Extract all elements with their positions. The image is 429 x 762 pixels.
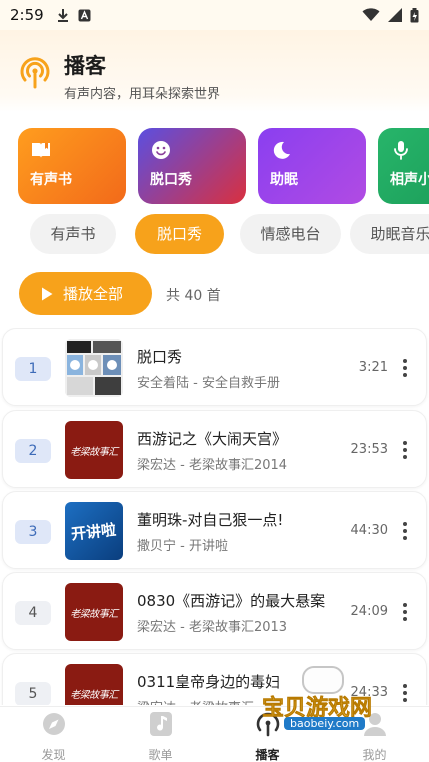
user-icon: [364, 713, 386, 736]
play-icon: [42, 287, 53, 300]
track-title: 董明珠-对自己狠一点!: [137, 511, 284, 529]
track-cover: 老梁故事汇: [65, 583, 123, 641]
moon-icon: [273, 141, 290, 159]
play-all-button[interactable]: 播放全部: [19, 272, 152, 315]
play-all-label: 播放全部: [63, 285, 124, 303]
track-index: 1: [15, 357, 51, 381]
wifi-icon: [362, 8, 380, 21]
category-card-talkshow[interactable]: 脱口秀: [138, 128, 246, 204]
cover-logo-text: 老梁故事汇: [70, 689, 118, 701]
cover-logo-text: 老梁故事汇: [70, 446, 118, 458]
track-subtitle: 梁宏达 - 老梁故事汇2014: [137, 458, 288, 473]
more-options-icon[interactable]: [402, 522, 408, 540]
track-title: 脱口秀: [137, 348, 183, 366]
category-label: 助眠: [270, 172, 298, 188]
track-duration: 24:33: [350, 685, 388, 700]
category-card-crosstalk[interactable]: 相声小品: [378, 128, 429, 204]
cover-logo-text: 开讲啦: [70, 520, 118, 543]
podcast-icon: [256, 712, 280, 737]
filter-chips: 有声书 脱口秀 情感电台 助眠音乐: [0, 214, 429, 256]
more-options-icon[interactable]: [402, 441, 408, 459]
track-cover: 开讲啦: [65, 502, 123, 560]
track-subtitle: 安全着陆 - 安全自救手册: [137, 376, 280, 391]
track-row[interactable]: 5 老梁故事汇 0311皇帝身边的毒妇 梁宏达 - 老梁故事汇 24:33: [2, 653, 427, 705]
tab-label: 发现: [41, 748, 66, 762]
track-title: 西游记之《大闹天宫》: [137, 430, 288, 448]
category-card-sleep[interactable]: 助眠: [258, 128, 366, 204]
tab-playlist[interactable]: 歌单: [107, 707, 214, 762]
tab-podcast[interactable]: 播客: [214, 707, 321, 762]
track-row[interactable]: 2 老梁故事汇 西游记之《大闹天宫》 梁宏达 - 老梁故事汇2014 23:53: [2, 410, 427, 488]
signal-icon: [388, 8, 402, 22]
track-subtitle: 撒贝宁 - 开讲啦: [137, 539, 228, 554]
mic-icon: [394, 141, 408, 160]
tab-label: 歌单: [148, 748, 173, 762]
track-title: 0311皇帝身边的毒妇: [137, 673, 281, 691]
track-subtitle: 梁宏达 - 老梁故事汇: [137, 697, 254, 705]
chip-emotion-radio[interactable]: 情感电台: [240, 214, 341, 254]
track-list: 1 脱口秀 安全着陆 - 安全自救手册 3:21 2 老梁故事汇 西游记之《大闹…: [0, 328, 429, 705]
battery-icon: [410, 7, 419, 22]
play-all-bar: 播放全部 共 40 首: [0, 272, 429, 316]
page-subtitle: 有声内容，用耳朵探索世界: [64, 87, 221, 102]
category-label: 相声小品: [390, 172, 429, 188]
page-title: 播客: [64, 54, 106, 78]
track-row[interactable]: 4 老梁故事汇 0830《西游记》的最大悬案 梁宏达 - 老梁故事汇2013 2…: [2, 572, 427, 650]
book-icon: [32, 143, 50, 158]
tab-profile[interactable]: 我的: [321, 707, 428, 762]
podcast-icon: [20, 57, 50, 89]
chip-talkshow[interactable]: 脱口秀: [135, 214, 224, 254]
chip-sleep-music[interactable]: 助眠音乐: [350, 214, 429, 254]
track-subtitle: 梁宏达 - 老梁故事汇2013: [137, 620, 288, 635]
track-index: 3: [15, 520, 51, 544]
download-icon: [57, 9, 68, 22]
track-count: 共 40 首: [166, 288, 221, 304]
more-options-icon[interactable]: [402, 684, 408, 702]
track-index: 5: [15, 682, 51, 705]
app-notification-icon: [78, 9, 91, 21]
track-duration: 24:09: [350, 604, 388, 619]
track-duration: 3:21: [358, 360, 388, 375]
track-cover: 老梁故事汇: [65, 664, 123, 705]
track-index: 4: [15, 601, 51, 625]
compass-icon: [43, 713, 65, 735]
tab-label: 播客: [255, 748, 280, 762]
track-title: 0830《西游记》的最大悬案: [137, 592, 326, 610]
track-cover: 老梁故事汇: [65, 421, 123, 479]
smile-icon: [152, 141, 170, 159]
tab-label: 我的: [362, 748, 387, 762]
cover-logo-text: 老梁故事汇: [70, 608, 118, 620]
track-duration: 23:53: [350, 442, 388, 457]
music-note-icon: [150, 712, 172, 736]
more-options-icon[interactable]: [402, 359, 408, 377]
track-index: 2: [15, 439, 51, 463]
category-card-audiobook[interactable]: 有声书: [18, 128, 126, 204]
category-label: 有声书: [30, 172, 72, 188]
track-duration: 44:30: [350, 523, 388, 538]
page-header: 播客 有声内容，用耳朵探索世界: [0, 30, 429, 112]
tab-discover[interactable]: 发现: [0, 707, 107, 762]
track-row[interactable]: 3 开讲啦 董明珠-对自己狠一点! 撒贝宁 - 开讲啦 44:30: [2, 491, 427, 569]
status-bar: 2:59: [0, 0, 429, 30]
category-cards: 有声书 脱口秀 助眠 相声小品: [18, 128, 429, 204]
more-options-icon[interactable]: [402, 603, 408, 621]
track-cover: [65, 339, 123, 397]
chip-audiobook[interactable]: 有声书: [30, 214, 116, 254]
category-label: 脱口秀: [150, 172, 192, 188]
status-time: 2:59: [10, 6, 44, 24]
bottom-tab-bar: 发现 歌单 播客 我的: [0, 706, 429, 762]
track-row[interactable]: 1 脱口秀 安全着陆 - 安全自救手册 3:21: [2, 328, 427, 406]
